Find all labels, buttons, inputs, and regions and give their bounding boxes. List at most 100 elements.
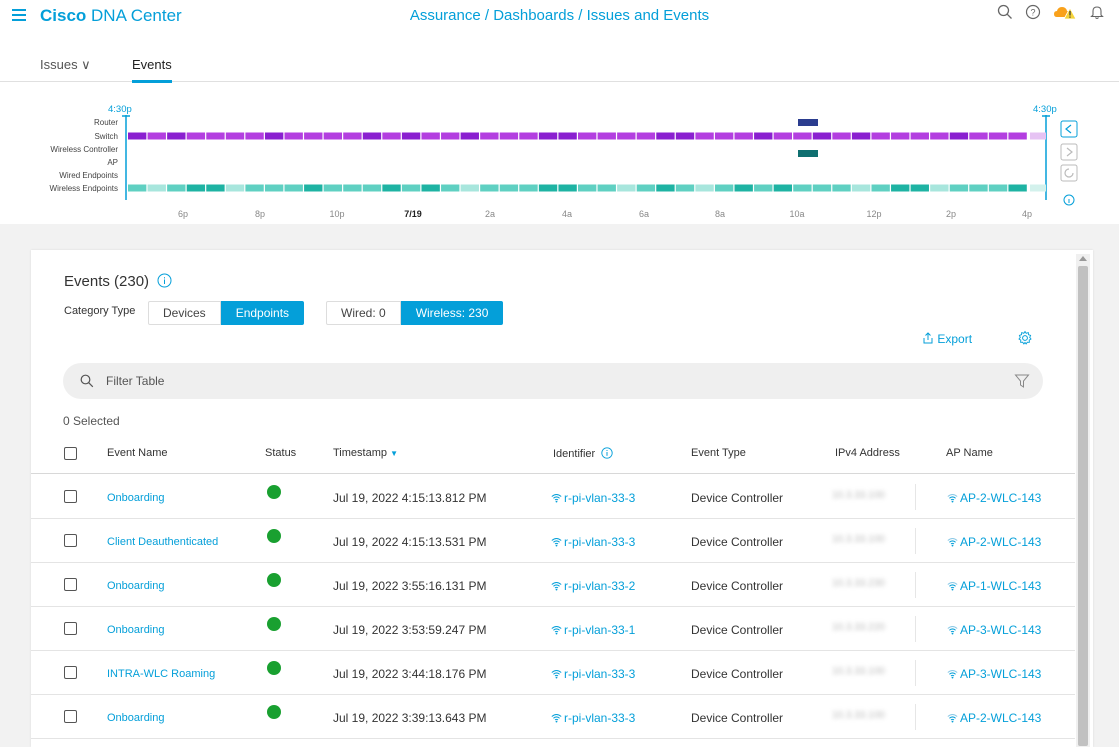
switch-event-segment: [793, 132, 812, 140]
search-icon[interactable]: [997, 4, 1013, 20]
switch-event-segment: [714, 132, 734, 140]
row-checkbox[interactable]: [64, 534, 77, 547]
select-all-checkbox[interactable]: [64, 447, 77, 460]
bell-icon[interactable]: [1089, 4, 1105, 20]
table-row[interactable]: Client Deauthenticated Jul 19, 2022 4:15:…: [31, 519, 1075, 563]
event-name-link[interactable]: INTRA-WLC Roaming: [107, 668, 215, 680]
row-checkbox[interactable]: [64, 578, 77, 591]
switch-event-segment: [871, 132, 890, 140]
ipv4-address: 10.3.33.220: [832, 622, 885, 633]
cloud-warning-icon[interactable]: [1053, 4, 1077, 20]
ap-name-link[interactable]: AP-2-WLC-143: [947, 535, 1041, 549]
col-identifier[interactable]: Identifier: [553, 447, 613, 460]
wireless-endpoint-segment: [1030, 184, 1046, 192]
devices-button[interactable]: Devices: [148, 301, 221, 325]
timeline-next-button[interactable]: [1060, 143, 1078, 161]
identifier-link[interactable]: r-pi-vlan-33-3: [551, 667, 635, 681]
row-checkbox[interactable]: [64, 666, 77, 679]
switch-event-segment: [1030, 132, 1046, 140]
event-name-link[interactable]: Client Deauthenticated: [107, 536, 218, 548]
table-row[interactable]: Onboarding Jul 19, 2022 3:55:16.131 PM r-p…: [31, 563, 1075, 607]
tab-events[interactable]: Events: [132, 57, 172, 83]
wireless-endpoint-segment: [714, 184, 734, 192]
breadcrumb[interactable]: Assurance / Dashboards / Issues and Even…: [410, 7, 709, 24]
identifier-link[interactable]: r-pi-vlan-33-3: [551, 711, 635, 725]
identifier-link[interactable]: r-pi-vlan-33-1: [551, 623, 635, 637]
event-timeline[interactable]: Router Switch Wireless Controller AP Wired E…: [0, 83, 1119, 223]
switch-event-segment: [988, 132, 1008, 140]
identifier-link[interactable]: r-pi-vlan-33-2: [551, 579, 635, 593]
export-button[interactable]: Export: [922, 332, 972, 346]
scroll-up-arrow[interactable]: [1079, 256, 1087, 261]
timeline-chart[interactable]: Router Switch Wireless Controller AP Wired E…: [0, 83, 1119, 223]
switch-event-segment: [538, 132, 558, 140]
row-checkbox[interactable]: [64, 490, 77, 503]
wifi-icon: [947, 626, 958, 635]
col-event-name[interactable]: Event Name: [107, 447, 168, 459]
ipv4-address: 10.3.33.100: [832, 666, 885, 677]
endpoints-button[interactable]: Endpoints: [220, 301, 305, 325]
row-checkbox[interactable]: [64, 710, 77, 723]
switch-event-segment: [264, 132, 284, 140]
wireless-endpoint-segment: [910, 184, 929, 192]
wireless-button[interactable]: Wireless: 230: [400, 301, 504, 325]
col-status[interactable]: Status: [265, 447, 296, 459]
info-icon[interactable]: [601, 447, 613, 459]
event-name-link[interactable]: Onboarding: [107, 580, 165, 592]
column-divider: [915, 484, 916, 510]
sort-down-icon: ▼: [390, 449, 398, 458]
wireless-endpoint-segment: [147, 184, 166, 192]
wireless-endpoint-segment: [578, 184, 597, 192]
filter-input[interactable]: Filter Table: [106, 374, 164, 388]
event-type: Device Controller: [691, 579, 784, 593]
scrollbar-thumb[interactable]: [1078, 266, 1088, 746]
tab-issues[interactable]: Issues ∨: [40, 57, 91, 73]
col-timestamp[interactable]: Timestamp ▼: [333, 447, 398, 459]
switch-event-segment: [401, 132, 421, 140]
ap-name-link[interactable]: AP-1-WLC-143: [947, 579, 1041, 593]
switch-event-segment: [617, 132, 636, 140]
table-row[interactable]: Onboarding Jul 19, 2022 4:15:13.812 PM r-p…: [31, 475, 1075, 519]
timeline-tick-label: 10p: [329, 209, 344, 219]
connection-toggle: Wired: 0 Wireless: 230: [326, 301, 504, 325]
scrollbar[interactable]: [1076, 254, 1090, 747]
menu-icon[interactable]: [12, 9, 26, 21]
info-icon[interactable]: [157, 273, 172, 288]
event-type: Device Controller: [691, 491, 784, 505]
search-icon: [80, 374, 94, 388]
timeline-prev-button[interactable]: [1060, 120, 1078, 138]
brand-logo[interactable]: Cisco DNA Center: [40, 6, 182, 26]
wired-button[interactable]: Wired: 0: [326, 301, 401, 325]
status-ok-icon: [267, 485, 281, 499]
switch-event-segment: [284, 132, 303, 140]
timeline-tick-label: 8a: [715, 209, 725, 219]
gear-icon[interactable]: [1017, 330, 1033, 346]
timeline-row-label: Router: [94, 118, 118, 127]
timeline-reset-button[interactable]: [1060, 164, 1078, 182]
timeline-tick-label: 4p: [1022, 209, 1032, 219]
wireless-endpoint-segment: [382, 184, 401, 192]
table-row[interactable]: Onboarding Jul 19, 2022 3:39:13.643 PM r-p…: [31, 695, 1075, 739]
ap-name-link[interactable]: AP-3-WLC-143: [947, 623, 1041, 637]
help-icon[interactable]: ?: [1025, 4, 1041, 20]
event-name-link[interactable]: Onboarding: [107, 492, 165, 504]
identifier-link[interactable]: r-pi-vlan-33-3: [551, 491, 635, 505]
col-ipv4-address[interactable]: IPv4 Address: [835, 447, 900, 459]
event-name-link[interactable]: Onboarding: [107, 712, 165, 724]
ap-name-link[interactable]: AP-2-WLC-143: [947, 491, 1041, 505]
ap-name-link[interactable]: AP-3-WLC-143: [947, 667, 1041, 681]
row-checkbox[interactable]: [64, 622, 77, 635]
filter-bar[interactable]: Filter Table: [63, 363, 1043, 399]
event-name-link[interactable]: Onboarding: [107, 624, 165, 636]
ap-name-link[interactable]: AP-2-WLC-143: [947, 711, 1041, 725]
col-ap-name[interactable]: AP Name: [946, 447, 993, 459]
wifi-icon: [947, 538, 958, 547]
timeline-tick-label: 10a: [789, 209, 804, 219]
identifier-link[interactable]: r-pi-vlan-33-3: [551, 535, 635, 549]
funnel-icon[interactable]: [1014, 373, 1030, 389]
switch-event-segment: [147, 132, 166, 140]
table-row[interactable]: Onboarding Jul 19, 2022 3:53:59.247 PM r-p…: [31, 607, 1075, 651]
col-event-type[interactable]: Event Type: [691, 447, 746, 459]
table-row[interactable]: INTRA-WLC Roaming Jul 19, 2022 3:44:18.17…: [31, 651, 1075, 695]
column-divider: [915, 616, 916, 642]
